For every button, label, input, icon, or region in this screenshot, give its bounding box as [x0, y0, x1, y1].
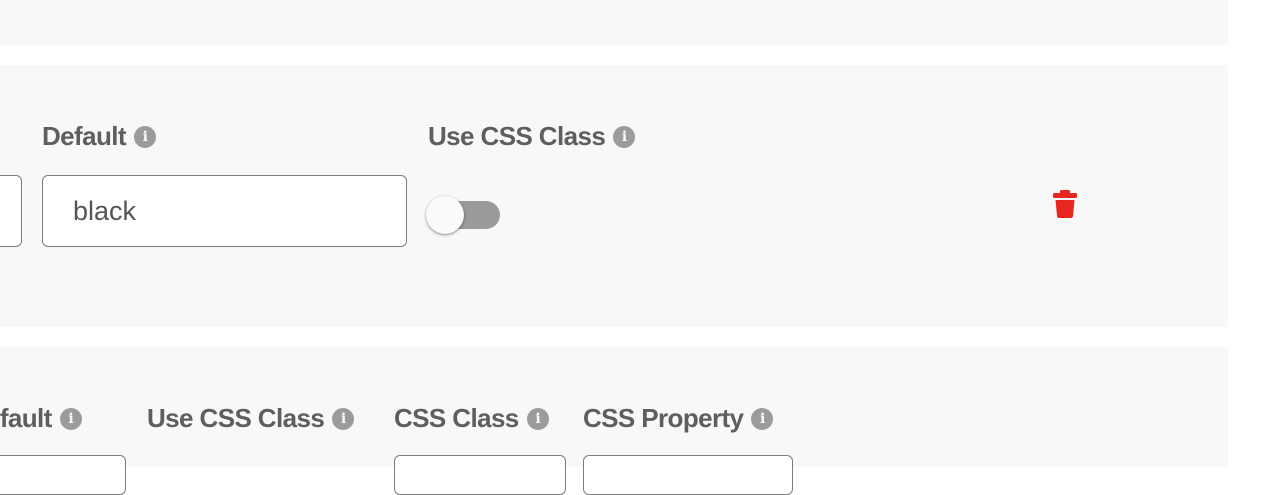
info-icon[interactable]: i [133, 125, 156, 148]
info-icon[interactable]: i [613, 125, 636, 148]
info-icon[interactable]: i [751, 407, 774, 430]
default-value-input[interactable] [0, 455, 126, 495]
previous-field-input[interactable] [0, 175, 22, 247]
style-config-row-compact: efault i Use CSS Class i CSS Class i CSS… [0, 347, 1228, 495]
info-icon[interactable]: i [526, 407, 549, 430]
default-label-text: efault [0, 403, 52, 433]
delete-row-button[interactable] [1052, 189, 1078, 219]
style-config-row: Default i Use CSS Class i [0, 65, 1228, 327]
css-property-label: CSS Property i [583, 403, 774, 434]
trash-icon [1053, 190, 1077, 218]
use-css-class-label: Use CSS Class i [428, 121, 636, 152]
css-class-label: CSS Class i [394, 403, 549, 434]
info-icon[interactable]: i [332, 407, 355, 430]
default-label: efault i [0, 403, 82, 434]
use-css-class-label-text: Use CSS Class [428, 121, 606, 151]
default-label-text: Default [42, 121, 127, 151]
css-class-label-text: CSS Class [394, 403, 519, 433]
use-css-class-label-text: Use CSS Class [147, 403, 325, 433]
default-label: Default i [42, 121, 156, 152]
default-value-input[interactable] [42, 175, 407, 247]
css-property-input[interactable] [583, 455, 793, 495]
css-property-label-text: CSS Property [583, 403, 744, 433]
toggle-thumb [426, 196, 464, 234]
info-icon[interactable]: i [59, 407, 82, 430]
css-class-input[interactable] [394, 455, 566, 495]
use-css-class-label: Use CSS Class i [147, 403, 355, 434]
use-css-class-toggle[interactable] [426, 196, 502, 236]
top-config-panel [0, 0, 1228, 45]
